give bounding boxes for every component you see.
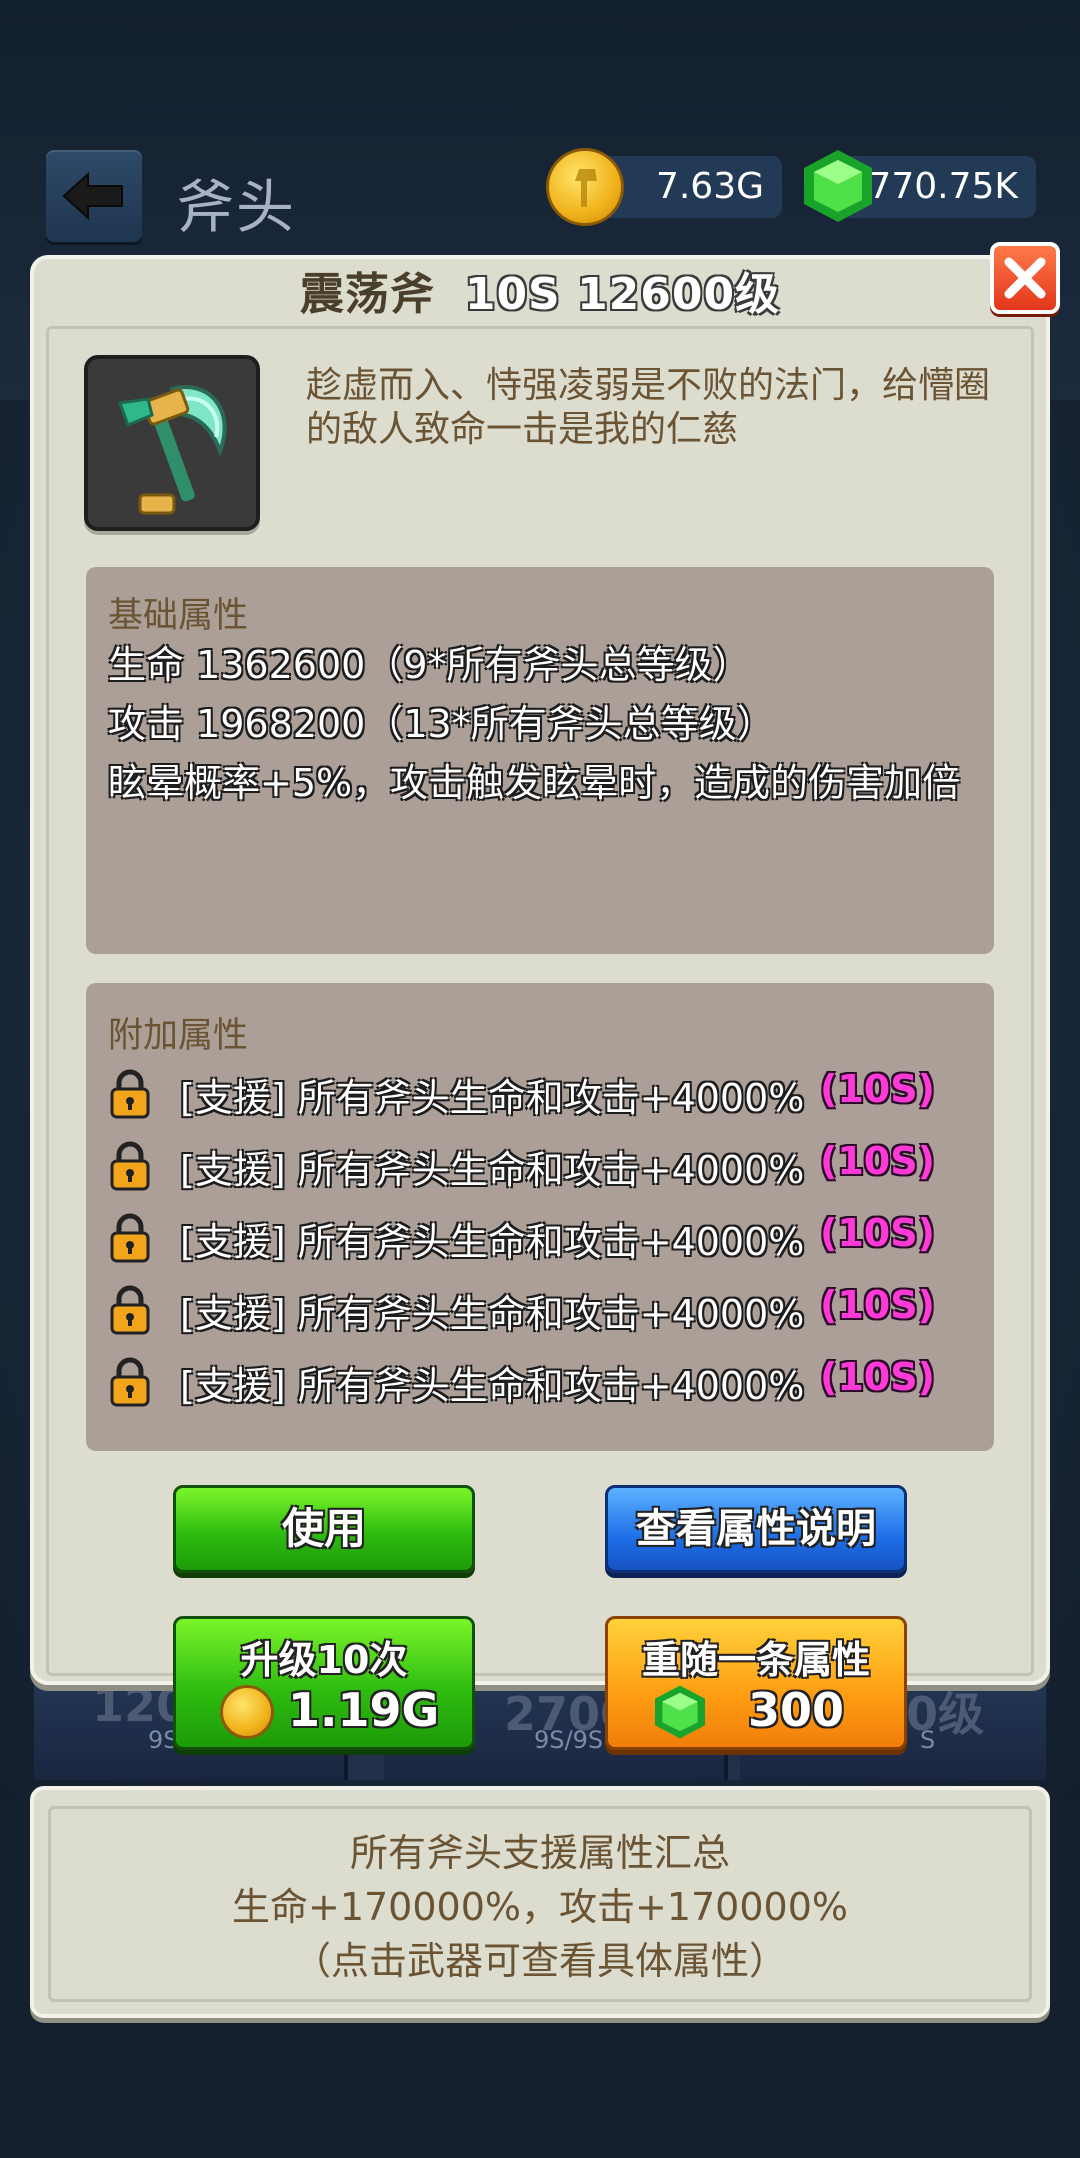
- gold-amount: 7.63G: [655, 166, 764, 207]
- bonus-row: [支援] 所有斧头生命和攻击+4000% (10S): [108, 1351, 988, 1411]
- reroll-cost: 300: [748, 1683, 845, 1737]
- bonus-text: [支援] 所有斧头生命和攻击+4000%: [180, 1076, 805, 1120]
- summary-stats: 生命+170000%，攻击+170000%: [231, 1885, 849, 1929]
- lock-icon: [110, 1213, 150, 1263]
- axe-icon: [117, 385, 227, 515]
- stat-hp: 生命 1362600（9*所有斧头总等级）: [108, 643, 751, 687]
- reroll-label: 重随一条属性: [641, 1638, 870, 1682]
- base-attributes-box: 基础属性 生命 1362600（9*所有斧头总等级） 攻击 1968200（13…: [86, 567, 994, 954]
- weapon-image[interactable]: [84, 355, 260, 531]
- use-button-label: 使用: [281, 1504, 366, 1553]
- green-gem-icon: [654, 1685, 706, 1739]
- bonus-rarity-tag: (10S): [820, 1355, 935, 1399]
- bonus-rarity-tag: (10S): [820, 1283, 935, 1327]
- upgrade-button[interactable]: 升级10次 1.19G: [173, 1616, 475, 1750]
- upgrade-label: 升级10次: [240, 1638, 408, 1682]
- bonus-attributes-box: 附加属性 [支援] 所有斧头生命和攻击+4000% (10S) [支援] 所有斧…: [86, 983, 994, 1451]
- bonus-text: [支援] 所有斧头生命和攻击+4000%: [180, 1220, 805, 1264]
- weapon-name: 震荡斧: [299, 269, 435, 320]
- gold-balance: 7.63G: [600, 156, 782, 218]
- weapon-level: 0级: [906, 1687, 985, 1741]
- lock-icon: [110, 1069, 150, 1119]
- bonus-rarity-tag: (10S): [820, 1139, 935, 1183]
- weapon-level-text: 10S 12600级: [464, 269, 781, 320]
- lock-icon: [110, 1285, 150, 1335]
- bonus-text: [支援] 所有斧头生命和攻击+4000%: [180, 1148, 805, 1192]
- page-title: 斧头: [176, 173, 297, 241]
- base-attributes-heading: 基础属性: [108, 596, 249, 636]
- close-button[interactable]: [990, 242, 1060, 314]
- weapon-stars: 9S/9S: [534, 1726, 604, 1754]
- back-arrow-icon: [62, 171, 123, 221]
- gold-coin-icon: [220, 1685, 274, 1739]
- bonus-attributes-heading: 附加属性: [108, 1016, 249, 1056]
- dialog-title: 震荡斧 10S 12600级: [0, 258, 1080, 322]
- bonus-row: [支援] 所有斧头生命和攻击+4000% (10S): [108, 1135, 988, 1195]
- view-attributes-label: 查看属性说明: [636, 1506, 876, 1552]
- bonus-row: [支援] 所有斧头生命和攻击+4000% (10S): [108, 1279, 988, 1339]
- bonus-rarity-tag: (10S): [820, 1211, 935, 1255]
- view-attributes-button[interactable]: 查看属性说明: [605, 1485, 907, 1573]
- upgrade-cost: 1.19G: [288, 1683, 440, 1737]
- close-icon: [1004, 257, 1046, 299]
- bonus-text: [支援] 所有斧头生命和攻击+4000%: [180, 1364, 805, 1408]
- back-button[interactable]: [46, 150, 142, 242]
- summary-title: 所有斧头支援属性汇总: [349, 1831, 730, 1875]
- bonus-rarity-tag: (10S): [820, 1067, 935, 1111]
- stat-stun: 眩晕概率+5%，攻击触发眩晕时，造成的伤害加倍: [108, 761, 961, 805]
- weapon-stars: S: [920, 1726, 936, 1754]
- use-button[interactable]: 使用: [173, 1485, 475, 1573]
- gem-amount: 770.75K: [868, 166, 1018, 207]
- bonus-row: [支援] 所有斧头生命和攻击+4000% (10S): [108, 1207, 988, 1267]
- lock-icon: [110, 1357, 150, 1407]
- green-gem-icon: [804, 150, 872, 222]
- bonus-row: [支援] 所有斧头生命和攻击+4000% (10S): [108, 1063, 988, 1123]
- gold-coin-icon: [546, 148, 624, 226]
- bonus-text: [支援] 所有斧头生命和攻击+4000%: [180, 1292, 805, 1336]
- lock-icon: [110, 1141, 150, 1191]
- reroll-attribute-button[interactable]: 重随一条属性 300: [605, 1616, 907, 1750]
- weapon-description: 趁虚而入、恃强凌弱是不败的法门，给懵圈的敌人致命一击是我的仁慈: [306, 365, 991, 450]
- summary-hint: （点击武器可查看具体属性）: [292, 1939, 787, 1983]
- stat-attack: 攻击 1968200（13*所有斧头总等级）: [108, 702, 775, 746]
